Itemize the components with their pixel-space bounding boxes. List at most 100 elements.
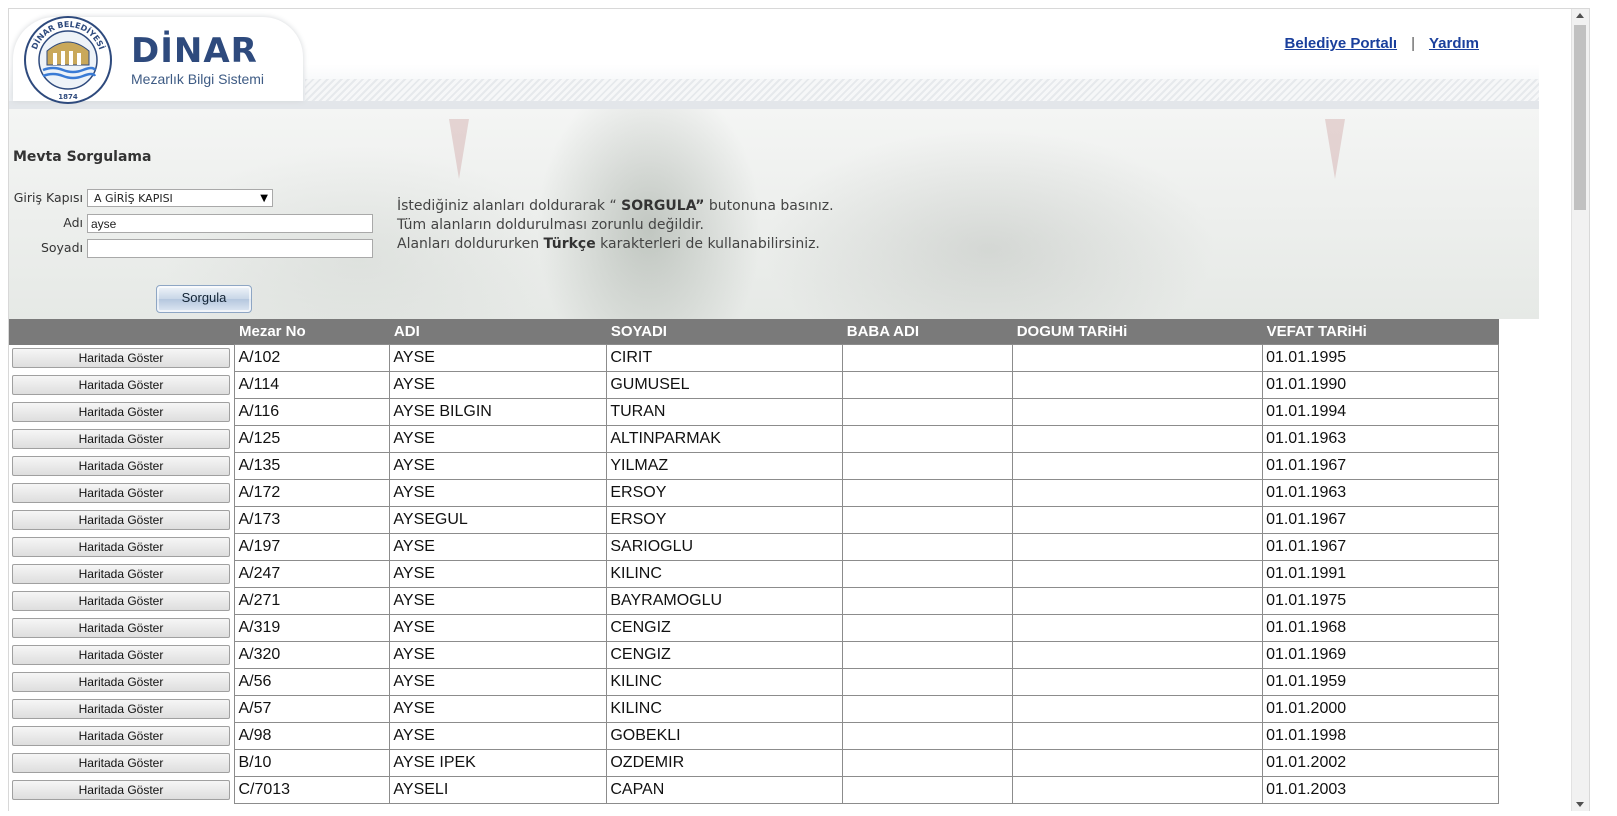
map-button-cell: Haritada Göster	[9, 480, 235, 507]
grave-number-cell: A/98	[234, 722, 391, 750]
scrollbar-thumb[interactable]	[1574, 25, 1586, 210]
first-name-cell: AYSE	[389, 452, 608, 480]
instruction-text: karakterleri de kullanabilirsiniz.	[595, 236, 820, 252]
death-date-cell: 01.01.1967	[1262, 452, 1499, 480]
search-title: Mevta Sorgulama	[13, 149, 152, 165]
first-name-cell: AYSE IPEK	[389, 749, 608, 777]
surname-cell: KILINC	[606, 560, 844, 588]
show-on-map-button[interactable]: Haritada Göster	[12, 537, 230, 557]
grave-number-cell: A/319	[234, 614, 391, 642]
death-date-cell: 01.01.1968	[1262, 614, 1499, 642]
birth-date-cell	[1012, 344, 1264, 372]
first-name-cell: AYSE	[389, 614, 608, 642]
show-on-map-button[interactable]: Haritada Göster	[12, 510, 230, 530]
surname-input[interactable]	[87, 239, 373, 258]
birth-date-cell	[1012, 695, 1264, 723]
vertical-scrollbar[interactable]	[1571, 9, 1589, 811]
grave-number-cell: A/197	[234, 533, 391, 561]
show-on-map-button[interactable]: Haritada Göster	[12, 375, 230, 395]
death-date-cell: 01.01.1967	[1262, 506, 1499, 534]
column-header: DOGUM TARiHi	[1012, 319, 1263, 345]
portal-link[interactable]: Belediye Portalı	[1285, 35, 1398, 52]
birth-date-cell	[1012, 722, 1264, 750]
search-button[interactable]: Sorgula	[156, 285, 252, 313]
table-row: Haritada Göster A/135 AYSE YILMAZ 01.01.1967	[9, 452, 1499, 480]
surname-cell: BAYRAMOGLU	[606, 587, 844, 615]
surname-cell: ALTINPARMAK	[606, 425, 844, 453]
father-name-cell	[842, 587, 1014, 615]
grave-number-cell: A/56	[234, 668, 391, 696]
first-name-cell: AYSE	[389, 587, 608, 615]
surname-cell: OZDEMIR	[606, 749, 844, 777]
brand-name: DİNAR	[131, 31, 258, 71]
grave-number-cell: A/125	[234, 425, 391, 453]
father-name-cell	[842, 722, 1014, 750]
show-on-map-button[interactable]: Haritada Göster	[12, 672, 230, 692]
brand-subtitle: Mezarlık Bilgi Sistemi	[131, 71, 265, 87]
father-name-cell	[842, 560, 1014, 588]
surname-cell: TURAN	[606, 398, 844, 426]
map-button-cell: Haritada Göster	[9, 453, 235, 480]
nav-separator: |	[1411, 35, 1415, 52]
birth-date-cell	[1012, 587, 1264, 615]
grave-number-cell: C/7013	[234, 776, 391, 804]
map-button-cell: Haritada Göster	[9, 507, 235, 534]
browser-viewport: DİNAR BELEDİYESİ 1874 DİNAR Mezarlık Bil…	[8, 8, 1590, 811]
surname-cell: GOBEKLI	[606, 722, 844, 750]
instructions: İstediğiniz alanları doldurarak “ SORGUL…	[397, 197, 834, 254]
father-name-cell	[842, 641, 1014, 669]
map-button-cell: Haritada Göster	[9, 561, 235, 588]
surname-cell: SARIOGLU	[606, 533, 844, 561]
show-on-map-button[interactable]: Haritada Göster	[12, 645, 230, 665]
scroll-down-arrow-icon[interactable]	[1576, 802, 1584, 807]
show-on-map-button[interactable]: Haritada Göster	[12, 348, 230, 368]
father-name-cell	[842, 695, 1014, 723]
show-on-map-button[interactable]: Haritada Göster	[12, 483, 230, 503]
map-button-cell: Haritada Göster	[9, 642, 235, 669]
table-row: Haritada Göster A/57 AYSE KILINC 01.01.2000	[9, 695, 1499, 723]
show-on-map-button[interactable]: Haritada Göster	[12, 564, 230, 584]
birth-date-cell	[1012, 560, 1264, 588]
column-header: ADI	[389, 319, 607, 345]
first-name-cell: AYSE	[389, 479, 608, 507]
name-input[interactable]	[87, 214, 373, 233]
show-on-map-button[interactable]: Haritada Göster	[12, 753, 230, 773]
grave-number-cell: B/10	[234, 749, 391, 777]
show-on-map-button[interactable]: Haritada Göster	[12, 591, 230, 611]
scroll-up-arrow-icon[interactable]	[1576, 13, 1584, 18]
seal-year: 1874	[58, 93, 78, 101]
show-on-map-button[interactable]: Haritada Göster	[12, 618, 230, 638]
father-name-cell	[842, 668, 1014, 696]
death-date-cell: 01.01.2003	[1262, 776, 1499, 804]
death-date-cell: 01.01.2000	[1262, 695, 1499, 723]
show-on-map-button[interactable]: Haritada Göster	[12, 699, 230, 719]
instruction-line-3: Alanları doldururken Türkçe karakterleri…	[397, 235, 834, 254]
table-row: Haritada Göster A/102 AYSE CIRIT 01.01.1995	[9, 344, 1499, 372]
birth-date-cell	[1012, 371, 1264, 399]
help-link[interactable]: Yardım	[1429, 35, 1479, 52]
header-stripe-decoration	[305, 79, 1539, 101]
father-name-cell	[842, 398, 1014, 426]
gate-label: Giriş Kapısı	[13, 190, 83, 205]
surname-cell: CIRIT	[606, 344, 844, 372]
first-name-cell: AYSE	[389, 560, 608, 588]
surname-cell: GUMUSEL	[606, 371, 844, 399]
birth-date-cell	[1012, 749, 1264, 777]
gate-select-value: A GİRİŞ KAPISI	[94, 192, 173, 205]
background-flag-decoration	[1325, 119, 1345, 179]
grave-number-cell: A/320	[234, 641, 391, 669]
table-header-row: Mezar No ADI SOYADI BABA ADI DOGUM TARiH…	[9, 319, 1499, 345]
death-date-cell: 01.01.1991	[1262, 560, 1499, 588]
show-on-map-button[interactable]: Haritada Göster	[12, 726, 230, 746]
surname-cell: KILINC	[606, 668, 844, 696]
death-date-cell: 01.01.1959	[1262, 668, 1499, 696]
birth-date-cell	[1012, 479, 1264, 507]
father-name-cell	[842, 533, 1014, 561]
show-on-map-button[interactable]: Haritada Göster	[12, 402, 230, 422]
table-row: Haritada Göster A/125 AYSE ALTINPARMAK 01.01…	[9, 425, 1499, 453]
gate-select[interactable]: A GİRİŞ KAPISI ▼	[87, 189, 273, 207]
death-date-cell: 01.01.1998	[1262, 722, 1499, 750]
show-on-map-button[interactable]: Haritada Göster	[12, 456, 230, 476]
show-on-map-button[interactable]: Haritada Göster	[12, 429, 230, 449]
show-on-map-button[interactable]: Haritada Göster	[12, 780, 230, 800]
